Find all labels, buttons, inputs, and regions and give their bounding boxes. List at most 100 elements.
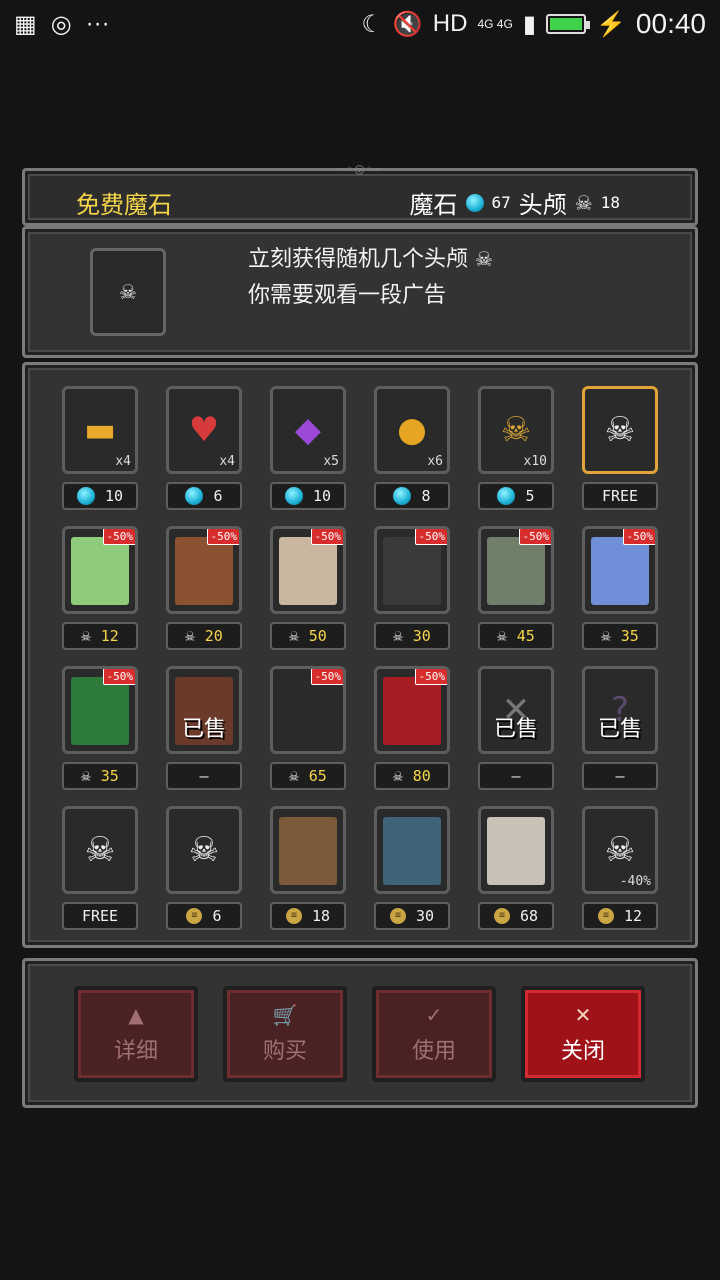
item-price: ≡ 12 [582, 902, 658, 930]
sold-label: 已售 [493, 717, 538, 742]
shop-item-card[interactable]: -50% [62, 666, 138, 754]
skull-scroll-icon: ☠ [604, 830, 636, 870]
shop-item[interactable]: ☠ FREE [582, 386, 658, 510]
skull-icon: ☠ [601, 626, 611, 645]
item-quantity: x4 [219, 454, 235, 469]
slime-icon [71, 537, 129, 605]
sold-label: 已售 [597, 717, 642, 742]
shop-item-card[interactable]: -50% [270, 666, 346, 754]
shop-item-card[interactable]: -50% [374, 526, 450, 614]
skull-icon: ☠ [289, 766, 299, 785]
shop-item-card[interactable] [374, 806, 450, 894]
clock: 00:40 [635, 8, 706, 39]
item-price: ☠ 12 [62, 622, 138, 650]
shop-item-card[interactable] [478, 806, 554, 894]
shop-item-card[interactable]: 已售 [166, 666, 242, 754]
item-price: 8 [374, 482, 450, 510]
shop-item[interactable]: -50% ☠ 12 [62, 526, 138, 650]
shop-item[interactable]: -50% ☠ 65 [270, 666, 346, 790]
shop-item[interactable]: -50% ☠ 50 [270, 526, 346, 650]
shop-item-card[interactable] [270, 806, 346, 894]
shop-item-card[interactable]: ▬ x4 [62, 386, 138, 474]
shop-item-card[interactable]: ☠ -40% [582, 806, 658, 894]
shop-item[interactable]: ▬ x4 10 [62, 386, 138, 510]
apps-icon: ▦ [14, 10, 37, 38]
skull-icon: ☠ [185, 626, 195, 645]
shop-item-card[interactable]: ☠ [582, 386, 658, 474]
price-value: 12 [623, 907, 643, 925]
shop-item-card[interactable]: ♥ x4 [166, 386, 242, 474]
shop-item-card[interactable]: ● x6 [374, 386, 450, 474]
shop-item-card[interactable]: ☠ [166, 806, 242, 894]
signal-icon: ▮ [522, 10, 537, 38]
shop-item-card[interactable]: ◆ x5 [270, 386, 346, 474]
item-price: ☠ 80 [374, 762, 450, 790]
shop-item-card[interactable]: -50% [166, 526, 242, 614]
discount-badge: -50% [414, 669, 447, 685]
cart-button[interactable]: 🛒 购买 [223, 986, 347, 1082]
discount-badge: -50% [518, 529, 551, 545]
shop-item[interactable]: ☠ ≡ 6 [166, 806, 242, 930]
shop-item-card[interactable]: -50% [374, 666, 450, 754]
shop-item-card[interactable]: -50% [582, 526, 658, 614]
discount-badge: -50% [102, 669, 135, 685]
shop-item-card[interactable]: -50% [270, 526, 346, 614]
shop-item[interactable]: ✕ 已售 — [478, 666, 554, 790]
price-value: 30 [412, 627, 431, 645]
skull-count: 18 [600, 193, 620, 212]
gem-label: 魔石 [409, 191, 458, 219]
shop-item[interactable]: -50% ☠ 45 [478, 526, 554, 650]
shop-item-card[interactable]: ? 已售 [582, 666, 658, 754]
shop-item[interactable]: -50% ☠ 80 [374, 666, 450, 790]
item-price: ≡ 18 [270, 902, 346, 930]
shop-item[interactable]: ≡ 68 [478, 806, 554, 930]
shop-item-card[interactable]: ☠ x10 [478, 386, 554, 474]
discount-badge: -50% [310, 669, 343, 685]
skull-icon: ☠ [289, 626, 299, 645]
shop-item[interactable]: ☠ x10 5 [478, 386, 554, 510]
golden-apple-icon: ● [397, 410, 427, 450]
mute-icon: 🔇 [392, 10, 423, 38]
shop-item[interactable]: ≡ 30 [374, 806, 450, 930]
price-value: 18 [311, 907, 331, 925]
gem-icon [393, 487, 412, 505]
shop-item[interactable]: ☠ -40% ≡ 12 [582, 806, 658, 930]
price-value: FREE [81, 907, 119, 925]
price-value: 50 [308, 627, 327, 645]
close-button[interactable]: ✕ 关闭 [521, 986, 645, 1082]
price-value: 80 [412, 767, 431, 785]
price-value: 20 [204, 627, 223, 645]
shop-item[interactable]: -50% ☠ 35 [582, 526, 658, 650]
skull-to-gem-icon: ☠ [84, 830, 116, 870]
coin-icon: ≡ [493, 908, 510, 924]
price-value: — [511, 767, 521, 785]
button-label: 详细 [113, 1039, 158, 1064]
gold-bars-icon: ▬ [83, 410, 117, 450]
treant-icon [175, 537, 233, 605]
item-quantity: x10 [523, 454, 547, 469]
check-button[interactable]: ✓ 使用 [372, 986, 496, 1082]
flask-button[interactable]: ▲ 详细 [74, 986, 198, 1082]
item-quantity: x4 [115, 454, 131, 469]
shop-item[interactable]: ◆ x5 10 [270, 386, 346, 510]
shop-item-card[interactable]: ✕ 已售 [478, 666, 554, 754]
selected-item-slot: ☠ [90, 248, 166, 336]
shop-item[interactable]: -50% ☠ 30 [374, 526, 450, 650]
shop-item[interactable]: ● x6 8 [374, 386, 450, 510]
skull-icon: ☠ [497, 626, 507, 645]
shop-item[interactable]: ☠ FREE [62, 806, 138, 930]
shop-item-card[interactable]: ☠ [62, 806, 138, 894]
item-price: ☠ 50 [270, 622, 346, 650]
shop-item[interactable]: ♥ x4 6 [166, 386, 242, 510]
shop-item[interactable]: -50% ☠ 35 [62, 666, 138, 790]
shop-item[interactable]: -50% ☠ 20 [166, 526, 242, 650]
shop-item[interactable]: 已售 — [166, 666, 242, 790]
shop-item[interactable]: ? 已售 — [582, 666, 658, 790]
shop-item-card[interactable]: -50% [62, 526, 138, 614]
shop-item[interactable]: ≡ 18 [270, 806, 346, 930]
shadow-demon-icon [279, 677, 337, 745]
shop-item-card[interactable]: -50% [478, 526, 554, 614]
item-description: 立刻获得随机几个头颅 ☠ 你需要观看一段广告 [248, 242, 493, 314]
item-price: ☠ 45 [478, 622, 554, 650]
gem-icon [497, 487, 516, 505]
